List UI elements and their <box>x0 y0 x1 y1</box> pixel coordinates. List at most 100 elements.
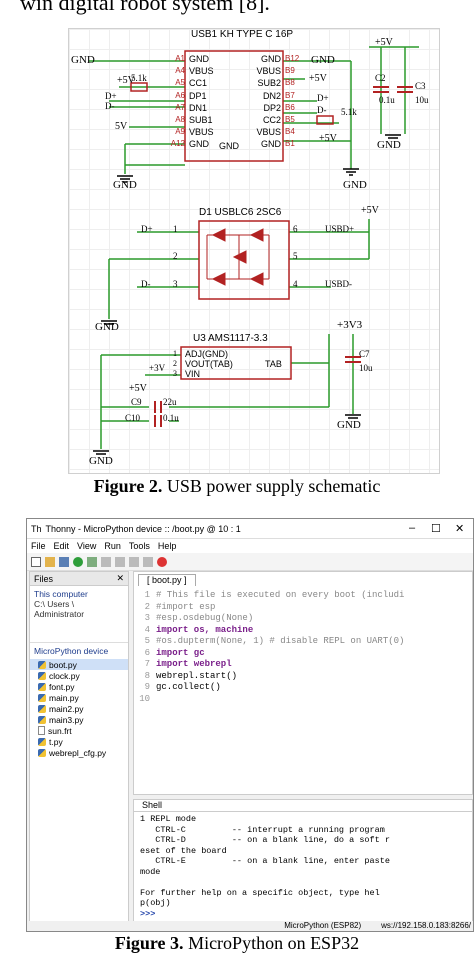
file-item[interactable]: font.py <box>30 681 128 692</box>
close-tab-icon[interactable]: ✕ <box>116 573 124 584</box>
code-line[interactable]: 1 # This file is executed on every boot (… <box>134 590 472 602</box>
u3-tab-label: TAB <box>265 359 282 369</box>
step-into-icon[interactable] <box>115 556 125 567</box>
figure-label: Figure 3. <box>114 933 184 953</box>
file-item[interactable]: main.py <box>30 692 128 703</box>
code-line[interactable]: 7 import webrepl <box>134 659 472 671</box>
save-icon[interactable] <box>59 556 69 567</box>
debug-icon[interactable] <box>87 556 97 567</box>
usb1-bottom-gnd: GND <box>219 141 239 151</box>
code-line[interactable]: 2 #import esp <box>134 602 472 614</box>
usb1-pin-name: CC1 <box>189 78 208 89</box>
u3-pin-nums: 1 2 3 <box>173 349 177 379</box>
usb1-pin-num: A8 <box>175 115 185 125</box>
files-pane: Files ✕ This computer C:\ Users \ Adminis… <box>29 571 129 931</box>
step-out-icon[interactable] <box>129 556 139 567</box>
file-item[interactable]: sun.frt <box>30 725 128 736</box>
menu-edit[interactable]: Edit <box>54 541 70 551</box>
code-area[interactable]: 1 # This file is executed on every boot (… <box>134 590 472 705</box>
usb1-right-pin-names: GND VBUS SUB2 DN2 DP2 CC2 VBUS GND <box>241 53 281 151</box>
device-file-list: boot.py clock.py font.py main.py main2.py mai… <box>30 659 128 758</box>
line-number: 3 <box>144 613 150 623</box>
d-plus-label: D+ <box>317 93 329 103</box>
figure-caption-text: MicroPython on ESP32 <box>188 933 360 953</box>
close-button[interactable]: ✕ <box>455 522 464 535</box>
file-item[interactable]: webrepl_cfg.py <box>30 747 128 758</box>
document-icon <box>38 726 45 735</box>
code-line[interactable]: 4 import os, machine <box>134 625 472 637</box>
menu-view[interactable]: View <box>77 541 96 551</box>
file-item[interactable]: main3.py <box>30 714 128 725</box>
resistor-left-value: 5.1k <box>131 73 147 83</box>
c2-value: 0.1u <box>379 95 395 105</box>
menu-tools[interactable]: Tools <box>129 541 150 551</box>
code-text: gc.collect() <box>156 682 221 692</box>
usb1-pin-name: GND <box>261 54 281 64</box>
code-line[interactable]: 9 gc.collect() <box>134 682 472 694</box>
u3-pin-num: 1 <box>173 349 177 358</box>
gnd-label: GND <box>113 179 137 191</box>
shell-line: For further help on a specific object, t… <box>140 887 380 898</box>
computer-section[interactable]: This computer C:\ Users \ Administrator <box>30 586 128 622</box>
code-line[interactable]: 5 #os.dupterm(None, 1) # disable REPL on … <box>134 636 472 648</box>
usb1-pin-num: A1 <box>175 54 185 63</box>
usb1-pin-name: GND <box>261 139 281 150</box>
file-item[interactable]: clock.py <box>30 670 128 681</box>
menu-help[interactable]: Help <box>158 541 177 551</box>
files-tab-label: Files <box>34 573 54 584</box>
usb1-pin-name: DN1 <box>189 102 208 113</box>
run-icon[interactable] <box>73 556 83 567</box>
usb1-pin-name: SUB2 <box>257 78 281 89</box>
file-item[interactable]: main2.py <box>30 703 128 714</box>
file-name: sun.frt <box>48 725 72 736</box>
title-bar: Th Thonny - MicroPython device :: /boot.… <box>27 519 473 539</box>
usb1-pin-num: B8 <box>285 78 295 88</box>
shell-tab[interactable]: Shell <box>134 800 472 812</box>
line-number: 2 <box>144 601 150 612</box>
shell-output[interactable]: 1 REPL mode CTRL-C -- interrupt a runnin… <box>134 812 472 921</box>
usb1-pin-num: A5 <box>175 78 185 88</box>
code-line[interactable]: 6 import gc <box>134 648 472 660</box>
step-over-icon[interactable] <box>101 556 111 567</box>
code-text: # This file is executed on every boot (i… <box>156 590 405 600</box>
menu-run[interactable]: Run <box>104 541 121 551</box>
5v-label: +5V <box>129 383 147 394</box>
file-name: main3.py <box>49 714 84 725</box>
editor-tab-boot[interactable]: [ boot.py ] <box>138 574 196 586</box>
open-folder-icon[interactable] <box>45 556 55 567</box>
python-file-icon <box>38 682 46 691</box>
gnd-label: GND <box>89 455 113 467</box>
minimize-button[interactable]: – <box>409 522 415 534</box>
code-text: webrepl.start() <box>156 670 238 681</box>
new-file-icon[interactable] <box>31 556 41 567</box>
file-item[interactable]: boot.py <box>30 659 128 670</box>
code-line[interactable]: 8 webrepl.start() <box>134 671 472 683</box>
d1-pin-num: 6 <box>293 224 298 234</box>
usb1-pin-num: A4 <box>175 66 185 76</box>
thonny-window: Th Thonny - MicroPython device :: /boot.… <box>26 518 474 932</box>
usb1-pin-num: B1 <box>285 139 295 149</box>
menu-file[interactable]: File <box>31 541 46 551</box>
u3-pin-name: VOUT(TAB) <box>185 359 233 369</box>
file-name: boot.py <box>49 659 77 670</box>
status-device[interactable]: MicroPython (ESP82) <box>284 921 361 931</box>
files-tab[interactable]: Files ✕ <box>30 572 128 586</box>
stop-icon[interactable] <box>157 556 167 567</box>
device-section-title[interactable]: MicroPython device <box>30 642 128 659</box>
file-name: main2.py <box>49 703 84 714</box>
u3-pin-name: ADJ(GND) <box>185 349 228 359</box>
code-line[interactable]: 3 #esp.osdebug(None) <box>134 613 472 625</box>
d1-pin-num: 5 <box>293 251 298 261</box>
usb-power-schematic: USB1 KH TYPE C 16P GND VBUS CC1 DP1 DN1 … <box>68 28 440 474</box>
file-item[interactable]: t.py <box>30 736 128 747</box>
status-bar: MicroPython (ESP82) ws://192.158.0.183:8… <box>27 921 473 931</box>
code-line[interactable]: 10 <box>134 694 472 706</box>
usb1-pin-name: VBUS <box>256 127 281 138</box>
usb1-left-pin-nums: A1 A4 A5 A6 A7 A8 A9 A12 <box>167 53 185 151</box>
code-text: #import esp <box>156 601 216 612</box>
shell-prompt[interactable]: >>> <box>140 909 466 920</box>
resume-icon[interactable] <box>143 556 153 567</box>
shell-line: eset of the board <box>140 845 227 856</box>
maximize-button[interactable]: ☐ <box>431 522 441 535</box>
usb1-pin-num: A6 <box>175 90 185 100</box>
